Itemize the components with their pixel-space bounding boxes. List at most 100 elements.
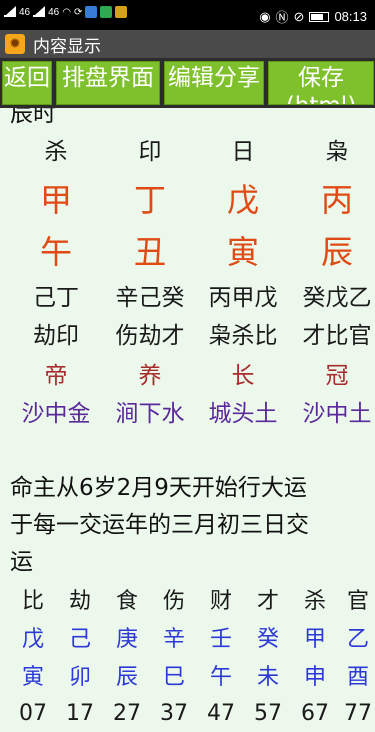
hidden-star: 才比官 — [302, 323, 372, 349]
pillar-branch: 寅 — [226, 233, 259, 271]
dayun-age: 27 — [113, 701, 141, 726]
dayun-branch: 卯 — [68, 665, 91, 690]
pillar-branches-row: 午 丑 寅 辰 — [0, 232, 375, 272]
dayun-age: 07 — [19, 701, 47, 726]
status-bar: 46 46 ◠ ⟳ ◉ Ⓝ ⊘ 08:13 — [0, 0, 375, 30]
status-left: 46 46 ◠ ⟳ — [4, 6, 128, 18]
pillar-branch: 丑 — [133, 233, 166, 271]
app-notification-icon-2 — [115, 6, 128, 18]
pillar-star: 印 — [138, 139, 162, 165]
dayun-branch: 辰 — [115, 665, 138, 690]
pillar-stem: 戊 — [226, 181, 259, 219]
network-label-2: 46 — [48, 6, 60, 18]
nayin: 城头土 — [208, 401, 278, 427]
title-bar: ✹ 内容显示 — [0, 30, 375, 58]
dayun-age: 17 — [66, 701, 94, 726]
pillar-stems-row: 甲 丁 戊 丙 — [0, 180, 375, 220]
dayun-branch: 酉 — [346, 665, 369, 690]
dayun-branch: 寅 — [21, 665, 44, 690]
dayun-star: 杀 — [303, 589, 326, 614]
dayun-star: 官 — [346, 589, 369, 614]
dayun-stem: 甲 — [303, 627, 326, 652]
page-title: 内容显示 — [33, 36, 101, 57]
dayun-star: 伤 — [162, 589, 185, 614]
life-stage-row: 帝 养 长 冠 — [0, 358, 375, 394]
dayun-star: 劫 — [68, 589, 91, 614]
dayun-age: 47 — [207, 701, 235, 726]
dayun-branch: 午 — [209, 665, 232, 690]
life-stage: 长 — [231, 363, 255, 389]
dayun-age: 77 — [344, 701, 372, 726]
dayun-star: 比 — [21, 589, 44, 614]
dayun-age: 67 — [301, 701, 329, 726]
dayun-star: 食 — [115, 589, 138, 614]
pillar-branch: 午 — [39, 233, 72, 271]
dayun-ages-row: 07 17 27 37 47 57 67 77 — [0, 696, 375, 732]
signal-icon-2 — [33, 6, 46, 17]
hidden-stem: 丙甲戊 — [208, 285, 278, 311]
pillar-star: 枭 — [325, 139, 349, 165]
app-logo-icon: ✹ — [5, 34, 25, 54]
nayin: 沙中土 — [302, 401, 372, 427]
dayun-star: 才 — [256, 589, 279, 614]
pillar-branch: 辰 — [320, 233, 353, 271]
nfc-icon: Ⓝ — [275, 10, 289, 25]
dayun-branch: 巳 — [162, 665, 185, 690]
nayin-row: 沙中金 涧下水 城头土 沙中土 — [0, 396, 375, 432]
hour-label-cut: 辰时 — [10, 108, 56, 127]
pillar-star: 日 — [231, 139, 255, 165]
life-stage: 冠 — [325, 363, 349, 389]
dayun-start-line-1: 命主从6岁2月9天开始行大运 — [10, 475, 307, 501]
dayun-age: 37 — [160, 701, 188, 726]
mute-icon: ⊘ — [293, 8, 305, 24]
dayun-stem: 庚 — [115, 627, 138, 652]
dayun-stem: 戊 — [21, 627, 44, 652]
pillar-stars-row: 杀 印 日 枭 — [0, 134, 375, 170]
app-notification-icon — [85, 6, 98, 18]
nayin: 沙中金 — [21, 401, 91, 427]
dayun-stem: 辛 — [162, 627, 185, 652]
hidden-stem: 辛己癸 — [115, 285, 185, 311]
pillar-stem: 甲 — [39, 181, 72, 219]
hidden-star: 劫印 — [33, 323, 79, 349]
pillar-stem: 丁 — [133, 181, 166, 219]
dayun-age: 57 — [254, 701, 282, 726]
hidden-stem: 癸戊乙 — [302, 285, 372, 311]
dayun-branch: 未 — [256, 665, 279, 690]
back-button[interactable]: 返回 — [2, 61, 52, 105]
pillar-star: 杀 — [44, 139, 68, 165]
network-label-1: 46 — [19, 6, 31, 18]
nayin: 涧下水 — [115, 401, 185, 427]
edit-share-button[interactable]: 编辑分享 — [164, 61, 264, 105]
dayun-stem: 癸 — [256, 627, 279, 652]
life-stage: 养 — [138, 363, 162, 389]
dayun-branch: 申 — [303, 665, 326, 690]
dayun-stem: 己 — [68, 627, 91, 652]
clock: 08:13 — [334, 9, 367, 24]
wifi-icon: ◠ — [62, 6, 71, 18]
dayun-stars-row: 比 劫 食 伤 财 才 杀 官 — [0, 584, 375, 620]
pillar-stem: 丙 — [320, 181, 353, 219]
battery-icon — [309, 11, 330, 22]
eye-icon: ◉ — [259, 8, 271, 24]
hidden-stars-row: 劫印 伤劫才 枭杀比 才比官 — [0, 318, 375, 354]
hidden-stems-row: 己丁 辛己癸 丙甲戊 癸戊乙 — [0, 280, 375, 316]
dayun-stems-row: 戊 己 庚 辛 壬 癸 甲 乙 — [0, 622, 375, 658]
toolbar: 返回 排盘界面 编辑分享 保存(html) — [0, 58, 375, 108]
dayun-stem: 乙 — [346, 627, 369, 652]
hidden-stem: 己丁 — [33, 285, 79, 311]
dayun-branches-row: 寅 卯 辰 巳 午 未 申 酉 — [0, 660, 375, 696]
dayun-stem: 壬 — [209, 627, 232, 652]
chart-screen-button[interactable]: 排盘界面 — [56, 61, 160, 105]
content-area[interactable]: 辰时 杀 印 日 枭 甲 丁 戊 丙 午 丑 寅 辰 己丁 辛己癸 丙甲戊 癸戊… — [0, 108, 375, 732]
status-right: ◉ Ⓝ ⊘ 08:13 — [259, 7, 367, 26]
dayun-start-line-3: 运 — [10, 549, 33, 575]
dayun-star: 财 — [209, 589, 232, 614]
hidden-star: 枭杀比 — [208, 323, 278, 349]
life-stage: 帝 — [44, 363, 68, 389]
hidden-star: 伤劫才 — [115, 323, 185, 349]
sync-icon: ⟳ — [73, 6, 83, 18]
dayun-start-line-2: 于每一交运年的三月初三日交 — [10, 512, 309, 538]
play-store-icon — [100, 6, 113, 18]
save-html-button[interactable]: 保存(html) — [268, 61, 374, 105]
